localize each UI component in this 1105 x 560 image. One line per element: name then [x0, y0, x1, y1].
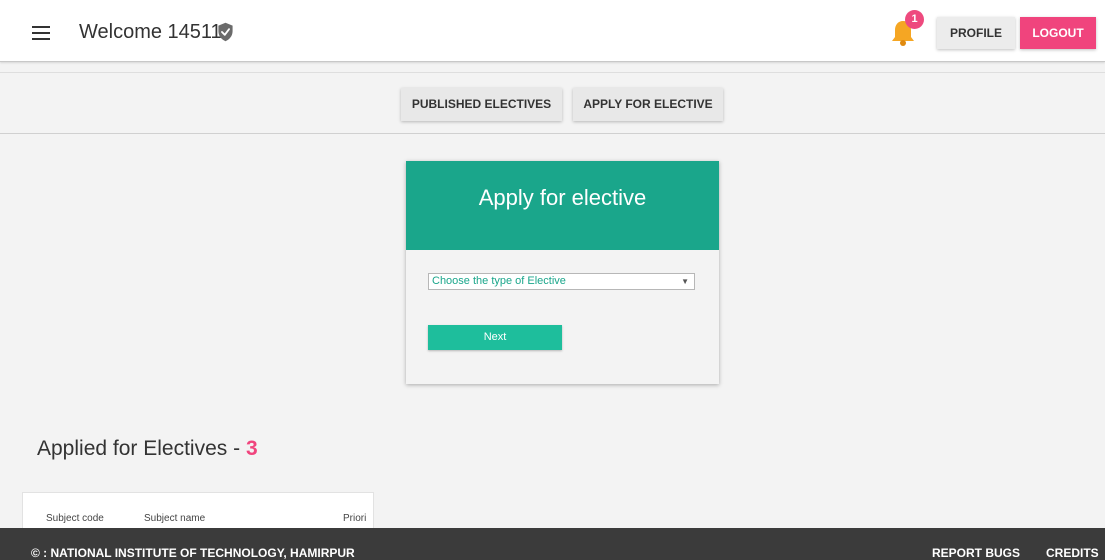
notification-bell-button[interactable]: 1	[890, 10, 926, 46]
card-title: Apply for elective	[406, 161, 719, 250]
select-value: Choose the type of Elective	[432, 275, 566, 287]
column-header-subject-code: Subject code	[46, 513, 104, 524]
report-bugs-link[interactable]: REPORT BUGS	[932, 546, 1020, 560]
verified-shield-icon	[218, 22, 233, 42]
applied-heading-text: Applied for Electives -	[37, 437, 246, 460]
top-app-bar: Welcome 14511 1 PROFILE LOGOUT	[0, 0, 1105, 62]
notification-badge: 1	[905, 10, 924, 29]
elective-type-select[interactable]: Choose the type of Elective ▼	[428, 273, 695, 290]
menu-icon[interactable]	[32, 26, 50, 40]
footer: © : NATIONAL INSTITUTE OF TECHNOLOGY, HA…	[0, 528, 1105, 560]
welcome-text: Welcome 14511	[79, 21, 222, 43]
column-header-priority: Priori	[343, 513, 367, 524]
published-electives-button[interactable]: PUBLISHED ELECTIVES	[401, 88, 562, 121]
logout-button[interactable]: LOGOUT	[1020, 17, 1096, 49]
applied-count: 3	[245, 437, 258, 460]
applied-electives-heading: Applied for Electives - 3	[37, 437, 258, 461]
credits-link[interactable]: CREDITS	[1046, 546, 1099, 560]
apply-elective-card: Apply for elective Choose the type of El…	[406, 161, 719, 384]
applied-electives-table: Subject code Subject name Priori	[22, 492, 374, 532]
column-header-subject-name: Subject name	[144, 513, 206, 524]
next-button[interactable]: Next	[428, 325, 562, 350]
dropdown-arrow-icon: ▼	[681, 277, 689, 286]
footer-copyright: © : NATIONAL INSTITUTE OF TECHNOLOGY, HA…	[31, 546, 355, 560]
apply-for-elective-button[interactable]: APPLY FOR ELECTIVE	[573, 88, 723, 121]
profile-button[interactable]: PROFILE	[937, 17, 1015, 49]
